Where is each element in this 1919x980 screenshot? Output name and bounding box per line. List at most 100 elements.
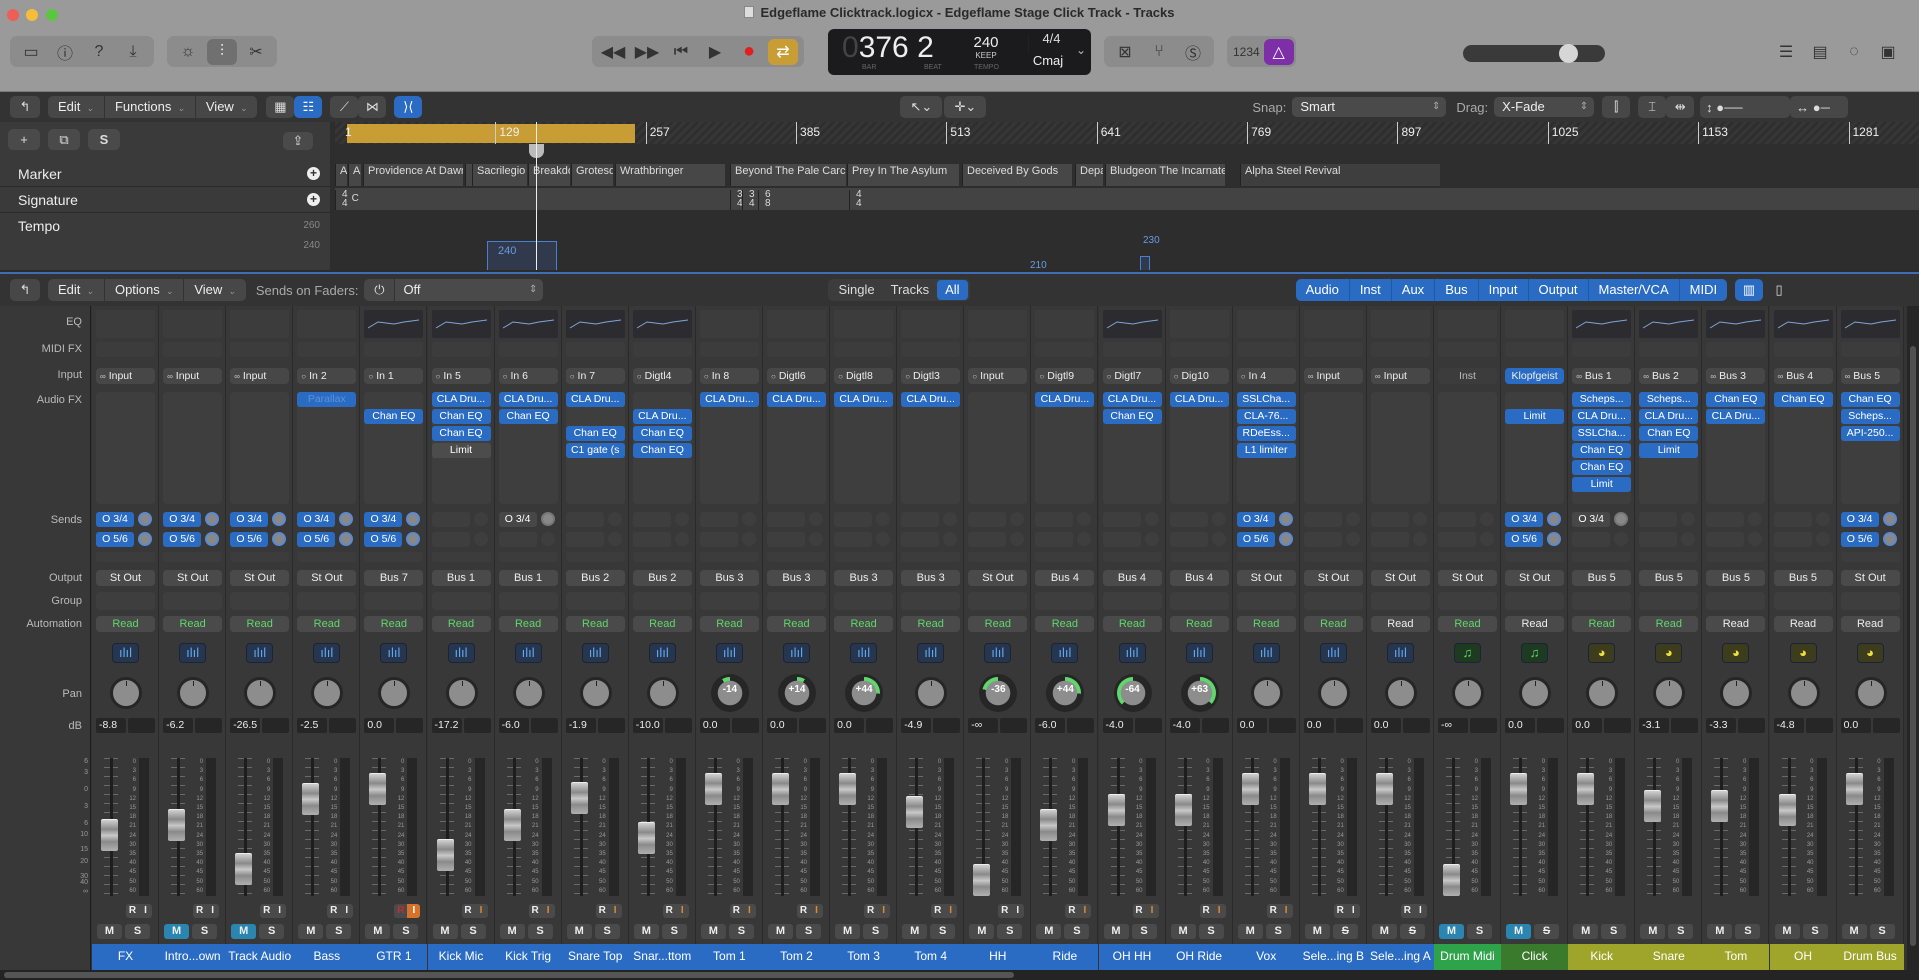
loop-browser-icon[interactable]: ◌: [1839, 39, 1869, 65]
volume-fader[interactable]: [1375, 772, 1393, 805]
volume-db-readout[interactable]: 0.0: [1236, 718, 1267, 733]
audio-fx-area[interactable]: CLA Dru... Chan EQ Chan EQ Limit: [431, 392, 491, 504]
audio-fx-plugin[interactable]: CLA Dru...: [498, 392, 558, 407]
record-enable-button[interactable]: R: [126, 904, 139, 918]
send-slot[interactable]: O 3/4: [498, 512, 537, 527]
midi-note-icon[interactable]: ♫: [1454, 643, 1481, 663]
volume-db-readout[interactable]: 0.0: [1303, 718, 1334, 733]
grid-view-icon[interactable]: ▦: [266, 96, 295, 118]
solo-button[interactable]: S: [1601, 924, 1627, 939]
audio-fx-plugin[interactable]: Chan EQ: [1773, 392, 1833, 407]
audio-fx-plugin[interactable]: CLA Dru...: [1102, 392, 1162, 407]
automation-mode[interactable]: Read: [834, 616, 894, 632]
pan-knob[interactable]: [445, 677, 478, 709]
filter-output[interactable]: Output: [1529, 279, 1589, 301]
input-slot[interactable]: ∞ Bus 3: [1706, 368, 1766, 384]
send-slot[interactable]: [1438, 512, 1476, 527]
input-monitor-button[interactable]: I: [475, 904, 488, 918]
automation-mode[interactable]: Read: [364, 616, 424, 632]
playhead[interactable]: [536, 122, 537, 270]
send-level-knob[interactable]: [473, 532, 488, 546]
audio-waveform-icon[interactable]: ılıl: [112, 643, 139, 663]
audio-fx-plugin[interactable]: API-250...: [1840, 426, 1900, 441]
eq-thumbnail[interactable]: [1438, 310, 1497, 338]
fader-track[interactable]: [311, 758, 315, 896]
audio-fx-plugin[interactable]: CLA Dru...: [1035, 392, 1095, 407]
info-icon[interactable]: ⓘ: [50, 39, 80, 65]
volume-db-readout[interactable]: -4.0: [1102, 718, 1133, 733]
send-slot[interactable]: O 3/4: [96, 512, 134, 527]
play-icon[interactable]: ▶: [700, 39, 730, 65]
input-slot[interactable]: ○ Input: [968, 368, 1028, 384]
send-slot[interactable]: [1370, 512, 1409, 527]
send-level-knob[interactable]: [1211, 532, 1226, 546]
midi-fx-slot[interactable]: [565, 342, 625, 357]
volume-fader[interactable]: [168, 808, 186, 841]
output-slot[interactable]: Bus 5: [1572, 570, 1632, 586]
send-slot[interactable]: [1169, 532, 1208, 547]
automation-mode[interactable]: Read: [96, 616, 155, 632]
output-slot[interactable]: Bus 2: [565, 570, 625, 586]
send-slot[interactable]: [1572, 532, 1611, 547]
mute-button[interactable]: M: [231, 924, 257, 939]
pan-knob[interactable]: [1519, 677, 1552, 709]
send-slot-empty[interactable]: [163, 552, 223, 562]
group-slot[interactable]: [1706, 592, 1766, 610]
eq-thumbnail[interactable]: [968, 310, 1028, 338]
input-slot[interactable]: ∞ Input: [230, 368, 290, 384]
solo-button[interactable]: S: [527, 924, 553, 939]
volume-db-readout[interactable]: -8.8: [96, 718, 126, 733]
midi-fx-slot[interactable]: [1840, 342, 1900, 357]
volume-db-readout[interactable]: 0.0: [1572, 718, 1603, 733]
vertical-scroll-thumb[interactable]: [1910, 346, 1916, 946]
fader-track[interactable]: [1653, 758, 1657, 896]
channel-name[interactable]: Vox: [1232, 944, 1300, 970]
output-slot[interactable]: St Out: [1303, 570, 1363, 586]
send-slot[interactable]: [1102, 512, 1141, 527]
input-slot[interactable]: ∞ Input: [96, 368, 155, 384]
audio-fx-area[interactable]: CLA Dru... Chan EQ: [498, 392, 558, 504]
midi-fx-slot[interactable]: [297, 342, 357, 357]
send-slot[interactable]: O 5/6: [96, 532, 134, 547]
send-slot-empty[interactable]: [1303, 552, 1363, 562]
send-slot[interactable]: [1370, 532, 1409, 547]
send-slot[interactable]: [834, 512, 873, 527]
send-level-knob[interactable]: [1010, 532, 1025, 546]
channel-name[interactable]: Sele...ing A: [1366, 944, 1434, 970]
tracks-view-menu[interactable]: View ⌄: [196, 96, 258, 118]
solo-button[interactable]: S: [863, 924, 889, 939]
audio-fx-plugin[interactable]: CLA Dru...: [1169, 392, 1229, 407]
input-monitor-button[interactable]: I: [139, 904, 152, 918]
record-enable-button[interactable]: R: [394, 904, 407, 918]
send-slot-empty[interactable]: [1102, 552, 1162, 562]
volume-db-readout[interactable]: -6.0: [498, 718, 529, 733]
automation-mode[interactable]: Read: [632, 616, 692, 632]
filter-input[interactable]: Input: [1479, 279, 1529, 301]
list-editors-icon[interactable]: ☰: [1771, 39, 1801, 65]
volume-db-readout[interactable]: 0.0: [767, 718, 797, 733]
send-slot-empty[interactable]: [1169, 552, 1229, 562]
input-monitor-button[interactable]: I: [1213, 904, 1226, 918]
send-slot[interactable]: [1773, 512, 1812, 527]
signature-marker[interactable]: 44: [849, 190, 862, 210]
send-slot[interactable]: O 5/6: [364, 532, 403, 547]
solo-icon[interactable]: Ⓢ: [1178, 39, 1208, 65]
channel-name[interactable]: Intro...own: [159, 944, 227, 970]
audio-fx-plugin[interactable]: Chan EQ: [431, 426, 491, 441]
eq-thumbnail[interactable]: [1639, 310, 1699, 338]
solo-button[interactable]: S: [1735, 924, 1761, 939]
send-slot[interactable]: [699, 532, 738, 547]
midi-fx-slot[interactable]: [1370, 342, 1430, 357]
list-view-icon[interactable]: ☷: [294, 96, 323, 118]
audio-fx-plugin[interactable]: SSLCha...: [1572, 426, 1632, 441]
rewind-icon[interactable]: ◀◀: [598, 39, 628, 65]
audio-fx-plugin[interactable]: Limit: [1639, 443, 1699, 458]
master-volume-slider[interactable]: [1463, 44, 1605, 63]
input-slot[interactable]: ○ In 5: [431, 368, 491, 384]
solo-button[interactable]: S: [125, 924, 150, 939]
volume-db-readout[interactable]: 0.0: [1505, 718, 1536, 733]
volume-db-readout[interactable]: -4.0: [1169, 718, 1200, 733]
send-slot[interactable]: O 3/4: [1505, 512, 1544, 527]
input-monitor-button[interactable]: I: [1414, 904, 1427, 918]
pan-knob[interactable]: [579, 677, 612, 709]
